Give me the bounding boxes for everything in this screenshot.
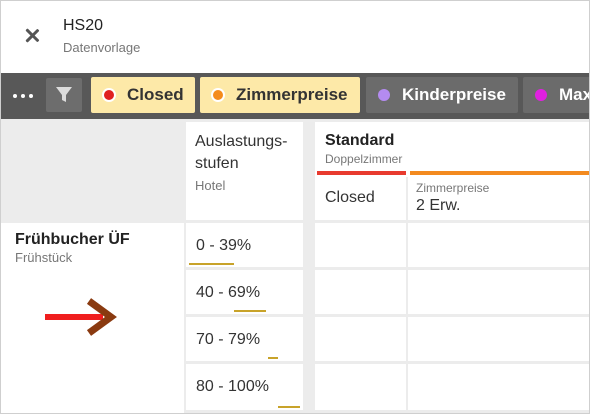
row-sublabel: Frühstück xyxy=(15,250,73,265)
level-indicator xyxy=(268,357,278,359)
level-indicator xyxy=(189,263,234,265)
app-frame: HS20 Datenvorlage Closed Zimmerpreise Ki… xyxy=(0,0,590,414)
page-title: HS20 xyxy=(63,17,104,34)
chip-label: Max xyxy=(559,85,590,104)
chip-kinderpreise[interactable]: Kinderpreise xyxy=(366,77,518,113)
subcolumn-closed[interactable]: Closed xyxy=(315,177,406,220)
grid-cell[interactable] xyxy=(408,317,589,361)
zimmerpreise-dot-icon xyxy=(211,88,225,102)
chip-closed[interactable]: Closed xyxy=(91,77,195,113)
chip-label: Kinderpreise xyxy=(402,85,506,104)
filter-toolbar: Closed Zimmerpreise Kinderpreise Max xyxy=(1,73,590,119)
grid-cell[interactable] xyxy=(408,223,589,267)
grid-cell[interactable] xyxy=(315,317,406,361)
page-subtitle: Datenvorlage xyxy=(63,40,141,55)
level-row[interactable]: 80 - 100% xyxy=(186,364,303,410)
grid-cell[interactable] xyxy=(408,270,589,314)
grid-cell[interactable] xyxy=(315,223,406,267)
max-dot-icon xyxy=(535,89,547,101)
subcolumn-closed-label: Closed xyxy=(325,189,375,206)
room-title: Standard xyxy=(325,132,395,149)
subcolumn-zimmerpreise-label: Zimmerpreise xyxy=(416,181,490,195)
level-indicator xyxy=(278,406,300,408)
column-header-sub: Hotel xyxy=(195,178,226,193)
filter-icon xyxy=(56,87,72,102)
chip-label: Zimmerpreise xyxy=(236,85,348,104)
grid-cell[interactable] xyxy=(315,270,406,314)
close-icon[interactable] xyxy=(21,25,43,47)
subcolumn-zimmerpreise[interactable]: Zimmerpreise 2 Erw. xyxy=(408,177,589,220)
column-header-label: Auslastungs- stufen xyxy=(195,133,288,172)
header: HS20 Datenvorlage xyxy=(1,1,589,73)
arrow-right-icon xyxy=(45,298,117,336)
chip-max[interactable]: Max xyxy=(523,77,590,113)
level-indicator xyxy=(234,310,266,312)
level-label: 80 - 100% xyxy=(196,378,269,395)
closed-dot-icon xyxy=(102,88,116,102)
level-label: 40 - 69% xyxy=(196,284,261,301)
subcolumn-zimmerpreise-value: 2 Erw. xyxy=(416,197,461,214)
column-header-auslastungsstufen: Auslastungs- stufen Hotel xyxy=(186,122,303,220)
closed-color-bar xyxy=(317,171,406,175)
level-label: 70 - 79% xyxy=(196,331,261,348)
level-label: 0 - 39% xyxy=(196,237,252,254)
row-label: Frühbucher ÜF xyxy=(15,231,130,248)
level-row[interactable]: 40 - 69% xyxy=(186,270,303,314)
grid-cell[interactable] xyxy=(315,364,406,410)
level-row[interactable]: 70 - 79% xyxy=(186,317,303,361)
room-header-standard[interactable]: Standard Doppelzimmer xyxy=(315,122,589,177)
more-icon[interactable] xyxy=(11,86,37,106)
price-grid: Auslastungs- stufen Hotel Standard Doppe… xyxy=(1,119,589,413)
room-subtitle: Doppelzimmer xyxy=(325,152,403,166)
grid-corner xyxy=(1,122,184,220)
zimmerpreise-color-bar xyxy=(410,171,589,175)
grid-cell[interactable] xyxy=(408,364,589,410)
chip-label: Closed xyxy=(127,85,184,104)
kinderpreise-dot-icon xyxy=(378,89,390,101)
filter-button[interactable] xyxy=(46,78,82,112)
chip-zimmerpreise[interactable]: Zimmerpreise xyxy=(200,77,360,113)
level-row[interactable]: 0 - 39% xyxy=(186,223,303,267)
